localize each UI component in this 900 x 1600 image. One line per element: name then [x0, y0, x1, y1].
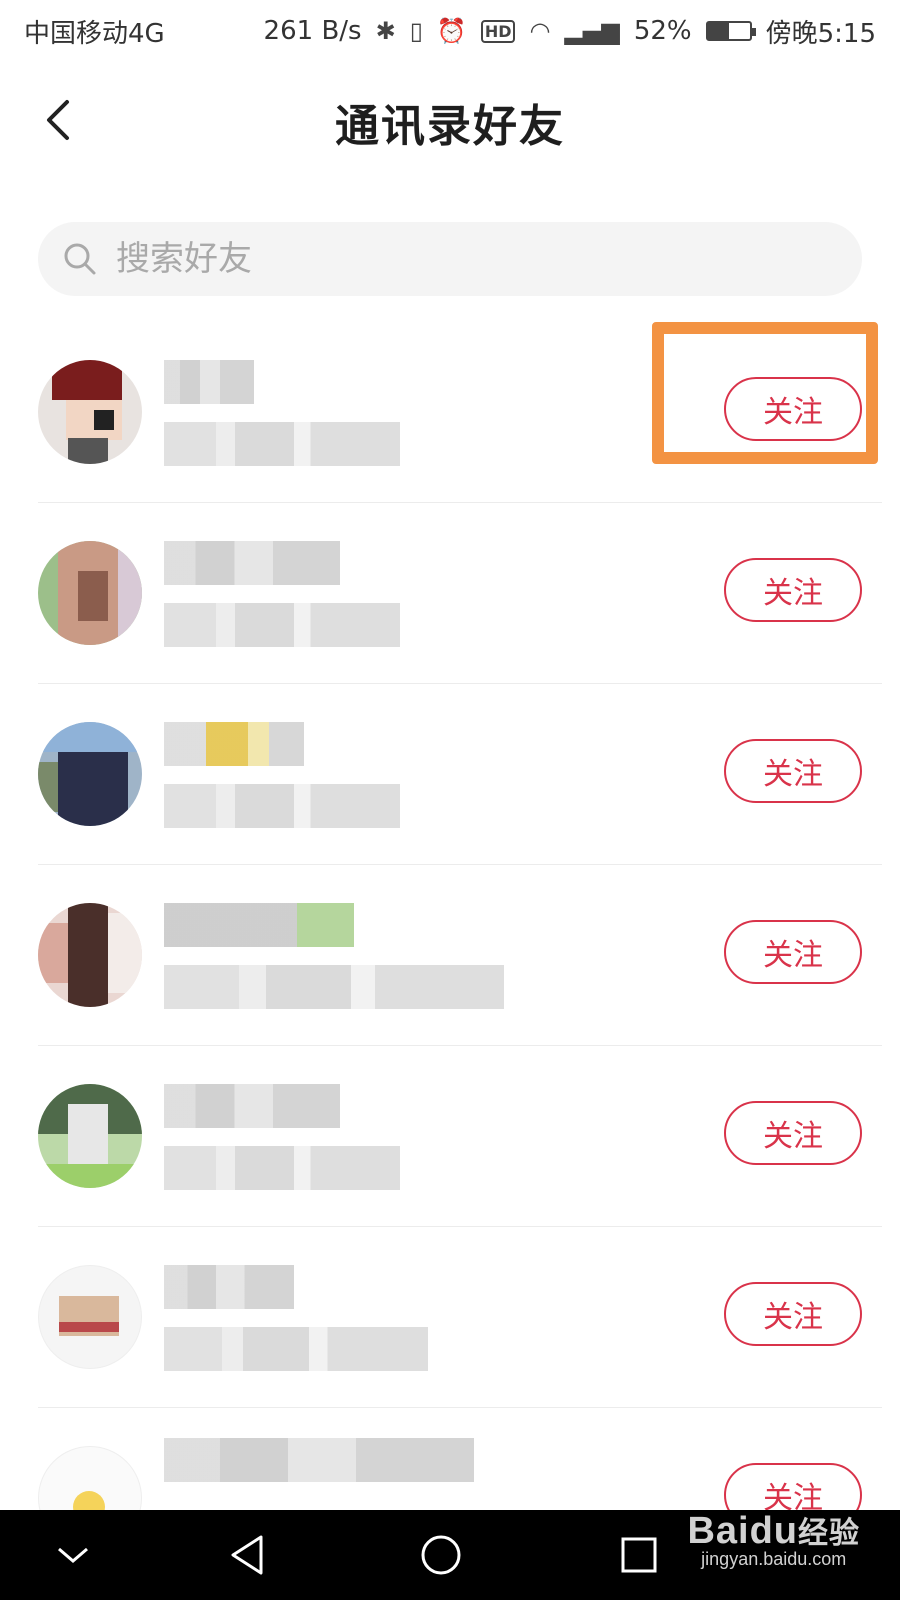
hd-icon: HD	[480, 19, 516, 43]
friend-name-obscured	[164, 1084, 340, 1128]
friend-name-obscured	[164, 903, 354, 947]
battery-level-fill	[707, 23, 730, 39]
wifi-icon: ◠	[529, 17, 551, 45]
header: 通讯录好友	[0, 70, 900, 170]
avatar	[38, 903, 142, 1007]
vibrate-icon: ▯	[409, 17, 423, 45]
friend-list: 关注 关注 关注 关注 关注 关注 关注	[0, 322, 900, 1588]
collapse-icon[interactable]	[48, 1530, 98, 1580]
bluetooth-icon: ✱	[375, 17, 396, 45]
friend-list-item: 关注	[38, 684, 882, 865]
status-bar: 中国移动4G 261 B/s ✱ ▯ ⏰ HD ◠ ▂▄▆ 52% 傍晚5:15	[0, 0, 900, 62]
friend-list-item: 关注	[38, 503, 882, 684]
recents-square-icon[interactable]	[614, 1530, 664, 1580]
friend-list-item: 关注	[38, 322, 882, 503]
friend-list-item: 关注	[38, 865, 882, 1046]
friend-list-item: 关注	[38, 1046, 882, 1227]
watermark-brand-name: Baidu	[687, 1510, 798, 1552]
friend-name-obscured	[164, 1438, 474, 1482]
avatar	[38, 541, 142, 645]
friend-name-obscured	[164, 360, 254, 404]
follow-button[interactable]: 关注	[724, 739, 862, 803]
friend-info-obscured	[164, 1327, 428, 1371]
watermark-brand-suffix: 经验	[798, 1517, 860, 1550]
follow-button[interactable]: 关注	[724, 1282, 862, 1346]
network-speed: 261 B/s	[263, 16, 362, 46]
friend-info-obscured	[164, 603, 400, 647]
alarm-icon: ⏰	[436, 17, 467, 45]
avatar	[38, 360, 142, 464]
carrier-label: 中国移动4G	[24, 18, 165, 49]
friend-info-obscured	[164, 784, 400, 828]
watermark-url: jingyan.baidu.com	[701, 1549, 847, 1569]
battery-percent: 52%	[633, 16, 692, 46]
status-icons: 261 B/s ✱ ▯ ⏰ HD ◠ ▂▄▆ 52% 傍晚5:15	[264, 13, 876, 50]
friend-name-obscured	[164, 722, 304, 766]
friend-info-obscured	[164, 1146, 400, 1190]
back-triangle-icon[interactable]	[222, 1530, 272, 1580]
search-icon	[64, 243, 96, 275]
search-input[interactable]	[114, 238, 798, 280]
friend-info-obscured	[164, 422, 400, 466]
follow-button[interactable]: 关注	[724, 920, 862, 984]
friend-list-item: 关注	[38, 1227, 882, 1408]
avatar	[38, 1265, 142, 1369]
friend-name-obscured	[164, 541, 340, 585]
clock: 傍晚5:15	[765, 18, 876, 49]
follow-button[interactable]: 关注	[724, 377, 862, 441]
friend-info-obscured	[164, 965, 504, 1009]
signal-icon: ▂▄▆	[564, 17, 620, 45]
follow-button[interactable]: 关注	[724, 558, 862, 622]
watermark-brand: Baidu经验	[687, 1508, 860, 1553]
home-circle-icon[interactable]	[416, 1530, 466, 1580]
search-bar[interactable]	[38, 222, 862, 296]
avatar	[38, 722, 142, 826]
baidu-watermark: Baidu经验 jingyan.baidu.com	[687, 1508, 860, 1570]
friend-name-obscured	[164, 1265, 294, 1309]
battery-icon	[705, 21, 756, 41]
page-title: 通讯录好友	[335, 101, 565, 152]
follow-button[interactable]: 关注	[724, 1101, 862, 1165]
avatar	[38, 1084, 142, 1188]
